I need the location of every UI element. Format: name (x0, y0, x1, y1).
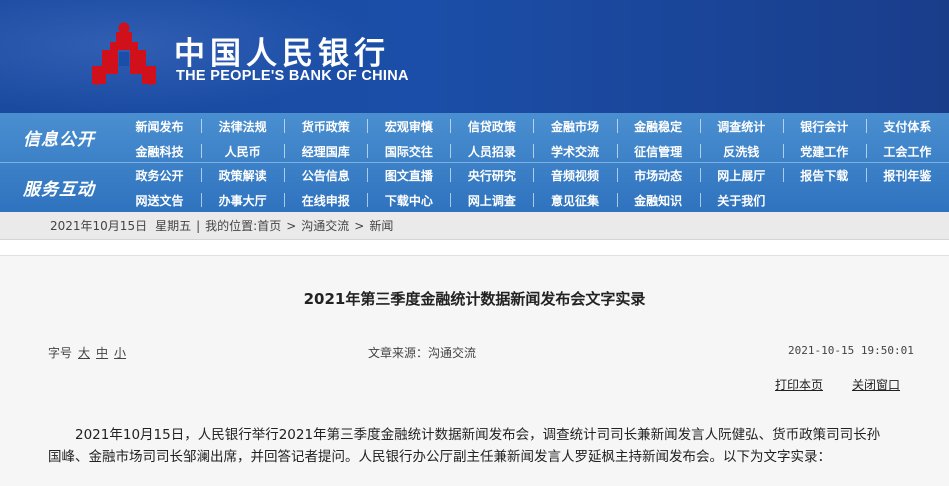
nav-row-4: 网送文告 办事大厅 在线申报 下载中心 网上调查 意见征集 金融知识 关于我们 (118, 188, 949, 212)
nav-link[interactable]: 工会工作 (865, 139, 949, 163)
print-page-link[interactable]: 打印本页 (775, 378, 823, 392)
font-size-label: 字号 (48, 346, 73, 360)
nav-link[interactable]: 金融稳定 (616, 114, 700, 138)
nav-row-2: 金融科技 人民币 经理国库 国际交往 人员招录 学术交流 征信管理 反洗钱 党建… (118, 139, 949, 163)
nav-link[interactable]: 银行会计 (782, 114, 866, 138)
nav-link[interactable]: 宏观审慎 (367, 114, 450, 138)
article-panel: 2021年第三季度金融统计数据新闻发布会文字实录 字号大中小 文章来源：沟通交流… (0, 255, 949, 486)
nav-link[interactable]: 反洗钱 (699, 139, 783, 163)
nav-link[interactable]: 人民币 (201, 139, 284, 163)
current-date: 2021年10月15日 (50, 219, 148, 233)
breadcrumb-separator: > (354, 218, 365, 233)
breadcrumb-separator: > (286, 218, 297, 233)
nav-link[interactable]: 网上展厅 (699, 163, 783, 187)
nav-link[interactable]: 网上调查 (450, 188, 533, 212)
nav-link[interactable]: 金融科技 (118, 139, 201, 163)
article-body: 2021年10月15日，人民银行举行2021年第三季度金融统计数据新闻发布会，调… (48, 424, 905, 468)
site-banner: 中国人民银行 THE PEOPLE'S BANK OF CHINA (0, 0, 949, 113)
article-body-line: 国峰、金融市场司司长邹澜出席，并回答记者提问。人民银行办公厅副主任兼新闻发言人罗… (48, 449, 831, 465)
nav-link[interactable]: 金融市场 (533, 114, 616, 138)
nav-link[interactable]: 货币政策 (284, 114, 367, 138)
nav-link[interactable]: 下载中心 (367, 188, 450, 212)
nav-link[interactable]: 央行研究 (450, 163, 533, 187)
nav-link[interactable]: 经理国库 (284, 139, 367, 163)
bank-name-en: THE PEOPLE'S BANK OF CHINA (176, 68, 409, 84)
font-size-controls: 字号大中小 (48, 344, 126, 361)
breadcrumb-level1-link[interactable]: 沟通交流 (301, 217, 349, 234)
nav-link[interactable]: 音频视频 (533, 163, 616, 187)
nav-link[interactable]: 新闻发布 (118, 114, 201, 138)
nav-link[interactable]: 关于我们 (699, 188, 783, 212)
nav-section-label-service: 服务互动 (23, 180, 95, 200)
breadcrumb-home-link[interactable]: 首页 (257, 217, 281, 234)
main-navigation: 信息公开 服务互动 新闻发布 法律法规 货币政策 宏观审慎 信贷政策 金融市场 … (0, 113, 949, 212)
article-body-line: 2021年10月15日，人民银行举行2021年第三季度金融统计数据新闻发布会，调… (75, 427, 881, 443)
nav-section-label-info: 信息公开 (23, 130, 95, 150)
font-size-large-link[interactable]: 大 (78, 346, 90, 360)
font-size-medium-link[interactable]: 中 (96, 346, 108, 360)
nav-link[interactable]: 市场动态 (616, 163, 700, 187)
nav-link[interactable]: 征信管理 (616, 139, 700, 163)
article-timestamp: 2021-10-15 19:50:01 (788, 344, 914, 357)
nav-link[interactable]: 支付体系 (865, 114, 949, 138)
article-title: 2021年第三季度金融统计数据新闻发布会文字实录 (303, 290, 646, 308)
location-label: 我的位置: (205, 219, 258, 233)
nav-link[interactable]: 国际交往 (367, 139, 450, 163)
nav-link[interactable]: 在线申报 (284, 188, 367, 212)
nav-link[interactable]: 金融知识 (616, 188, 700, 212)
nav-link[interactable]: 学术交流 (533, 139, 616, 163)
nav-link[interactable]: 报告下载 (782, 163, 866, 187)
nav-link[interactable]: 政策解读 (201, 163, 284, 187)
bank-name-cn: 中国人民银行 (174, 36, 390, 72)
nav-link[interactable]: 人员招录 (450, 139, 533, 163)
nav-link[interactable]: 意见征集 (533, 188, 616, 212)
nav-link[interactable]: 网送文告 (118, 188, 201, 212)
nav-row-3: 政务公开 政策解读 公告信息 图文直播 央行研究 音频视频 市场动态 网上展厅 … (118, 163, 949, 187)
nav-link[interactable]: 政务公开 (118, 163, 201, 187)
breadcrumb: 2021年10月15日 星期五 | 我的位置: 首页 > 沟通交流 > 新闻 (0, 212, 949, 240)
close-window-link-wrap: 关闭窗口 (852, 376, 900, 393)
close-window-link[interactable]: 关闭窗口 (852, 378, 900, 392)
nav-link[interactable]: 调查统计 (699, 114, 783, 138)
breadcrumb-level2-link[interactable]: 新闻 (369, 217, 393, 234)
nav-link[interactable]: 图文直播 (367, 163, 450, 187)
current-weekday: 星期五 (155, 219, 192, 233)
nav-link[interactable]: 报刊年鉴 (865, 163, 949, 187)
nav-link[interactable]: 办事大厅 (201, 188, 284, 212)
nav-link[interactable]: 党建工作 (782, 139, 866, 163)
nav-link[interactable]: 公告信息 (284, 163, 367, 187)
nav-link[interactable]: 法律法规 (201, 114, 284, 138)
article-source: 文章来源：沟通交流 (368, 346, 477, 360)
nav-link[interactable]: 信贷政策 (450, 114, 533, 138)
print-page-link-wrap: 打印本页 (775, 376, 823, 393)
nav-row-1: 新闻发布 法律法规 货币政策 宏观审慎 信贷政策 金融市场 金融稳定 调查统计 … (118, 114, 949, 138)
font-size-small-link[interactable]: 小 (114, 346, 126, 360)
pboc-logo-icon (92, 22, 156, 85)
